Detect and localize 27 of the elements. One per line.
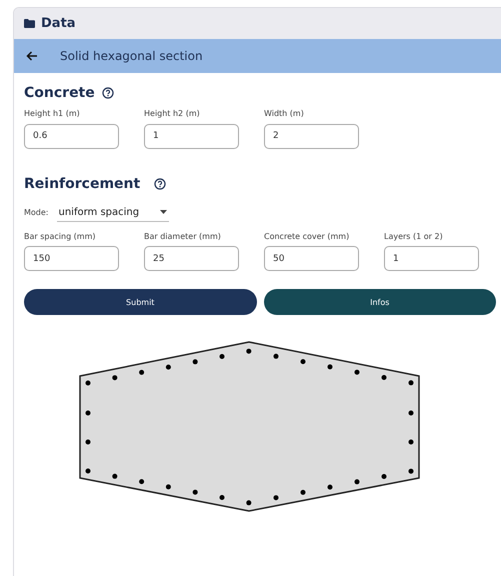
submit-button[interactable]: Submit <box>24 289 256 315</box>
field-label: Layers (1 or 2) <box>384 232 444 240</box>
panel-title: Data <box>41 16 76 31</box>
mode-dropdown[interactable]: uniform spacing <box>56 204 168 222</box>
subheader-title: Solid hexagonal section <box>60 49 203 63</box>
section-title: Concrete <box>24 85 95 101</box>
field-label: Bar diameter (mm) <box>144 232 222 240</box>
input-field[interactable]: 25 <box>144 246 239 271</box>
input-field[interactable]: 50 <box>264 246 359 271</box>
field-label: Bar spacing (mm) <box>24 232 97 240</box>
section-title: Reinforcement <box>24 176 140 192</box>
input-field[interactable]: 2 <box>264 124 359 148</box>
input-field[interactable]: 1 <box>384 246 479 271</box>
field-label: Height h1 (m) <box>24 109 81 118</box>
input-field[interactable]: 150 <box>24 246 119 271</box>
mode-label: Mode: <box>24 208 48 217</box>
field-label: Concrete cover (mm) <box>264 232 350 240</box>
info-button[interactable]: Infos <box>264 289 496 315</box>
caret-icon <box>160 210 166 214</box>
back-arrow-icon[interactable] <box>26 51 38 61</box>
field-label: Height h2 (m) <box>144 109 201 118</box>
folder-icon <box>24 19 35 28</box>
field-label: Width (m) <box>264 109 305 118</box>
help-icon[interactable] <box>154 178 166 190</box>
input-field[interactable]: 0.6 <box>24 124 119 148</box>
help-icon[interactable] <box>102 87 114 99</box>
input-field[interactable]: 1 <box>144 124 239 148</box>
